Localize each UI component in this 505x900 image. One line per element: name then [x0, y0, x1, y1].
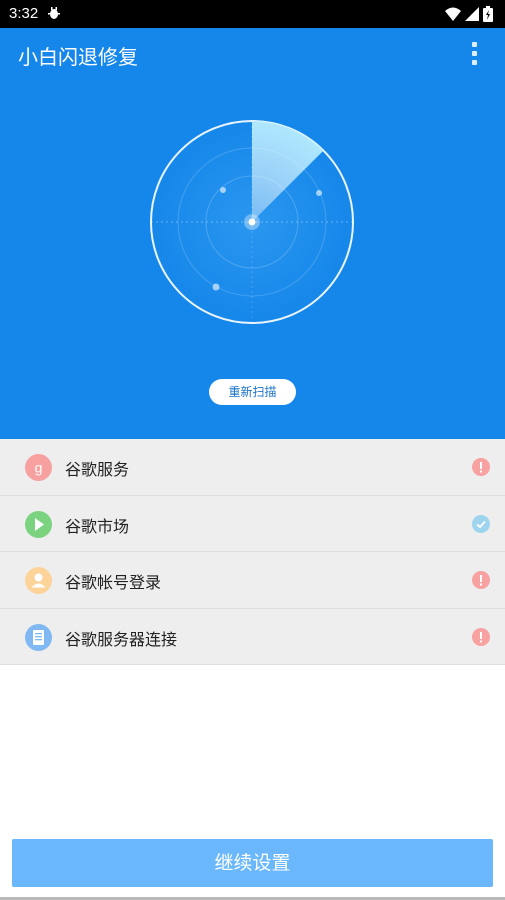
account-icon	[25, 567, 52, 594]
status-time: 3:32	[9, 5, 39, 22]
google-g-icon: g	[25, 454, 52, 481]
error-status-icon	[472, 627, 490, 646]
list-item[interactable]: 谷歌帐号登录	[0, 552, 505, 609]
list-item-label: 谷歌帐号登录	[65, 573, 162, 592]
document-icon	[25, 623, 52, 651]
svg-text:g: g	[35, 460, 43, 476]
list-item-label: 谷歌市场	[65, 516, 130, 536]
status-bar: 3:32	[0, 0, 505, 28]
check-status-icon	[472, 514, 490, 533]
list-item[interactable]: g 谷歌服务	[0, 439, 505, 496]
list-item-label: 谷歌服务	[65, 460, 130, 479]
error-status-icon	[472, 571, 490, 589]
check-list: g 谷歌服务 谷歌市场 谷歌帐号登录 谷歌服务器连接	[0, 439, 505, 665]
list-item[interactable]: 谷歌市场	[0, 496, 505, 552]
signal-icon	[465, 7, 479, 21]
bug-icon	[46, 5, 62, 25]
wifi-icon	[445, 7, 461, 21]
play-store-icon	[25, 510, 52, 538]
scan-header: 小白闪退修复 重新扫描	[0, 28, 505, 439]
app-title: 小白闪退修复	[18, 45, 138, 69]
battery-charging-icon	[483, 6, 493, 22]
continue-setup-button[interactable]: 继续设置	[12, 839, 493, 887]
list-item-label: 谷歌服务器连接	[65, 629, 178, 649]
radar-scan-graphic	[150, 120, 354, 324]
error-status-icon	[472, 458, 490, 476]
rescan-button[interactable]: 重新扫描	[209, 379, 296, 405]
more-vert-icon[interactable]	[469, 42, 479, 70]
list-item[interactable]: 谷歌服务器连接	[0, 609, 505, 665]
